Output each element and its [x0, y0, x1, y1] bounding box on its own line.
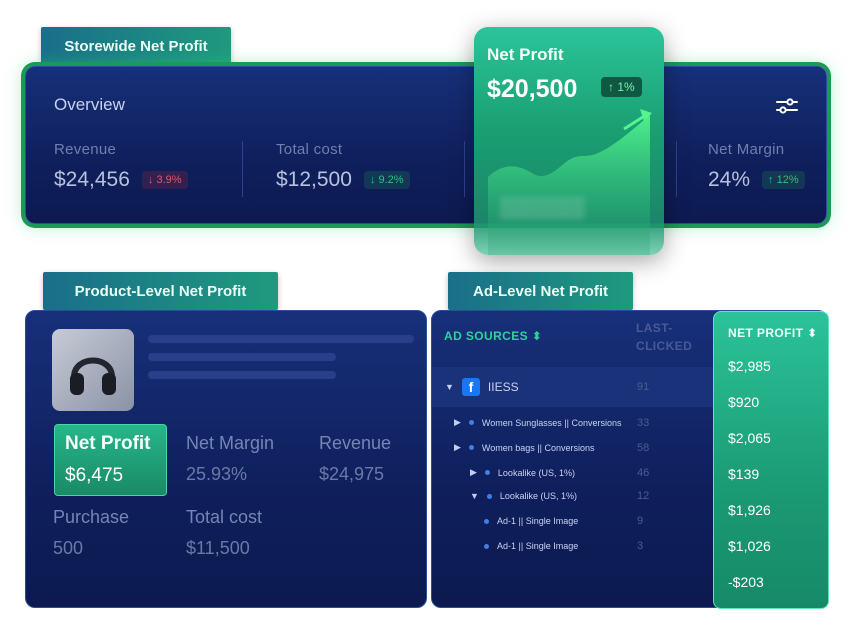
product-total-cost: Total cost $11,500: [186, 507, 262, 559]
metric-label: Total cost: [276, 141, 343, 158]
last-clicked-count: 12: [637, 490, 650, 502]
label: Net Profit: [65, 433, 151, 454]
table-row[interactable]: Ad-1 || Single Image 9: [432, 515, 717, 527]
caret-down-icon[interactable]: ▼: [445, 382, 454, 392]
caret-right-icon[interactable]: ▶: [470, 467, 477, 478]
divider: [242, 141, 243, 197]
skeleton-line: [148, 371, 336, 379]
metric-revenue: Revenue $24,456 ↓ 3.9%: [54, 141, 188, 192]
last-clicked-count: 46: [637, 466, 650, 479]
table-row[interactable]: ▶ Women Sunglasses || Conversions 33: [432, 416, 717, 429]
col-ad-sources[interactable]: AD SOURCES ⬍: [444, 329, 542, 343]
col-last-clicked-line1: LAST-: [636, 321, 673, 335]
caret-down-icon[interactable]: ▼: [470, 491, 479, 501]
last-clicked-count: 3: [637, 540, 644, 552]
caret-right-icon[interactable]: ▶: [454, 417, 461, 428]
product-card: Net Profit $6,475 Net Margin 25.93% Reve…: [25, 310, 427, 608]
last-clicked-count: 9: [637, 515, 644, 527]
skeleton-line: [148, 353, 336, 361]
value: $24,975: [319, 464, 385, 484]
product-image: [52, 329, 134, 411]
ad-source-name: Lookalike (US, 1%): [497, 467, 575, 478]
facebook-icon: f: [461, 378, 480, 396]
product-net-profit: Net Profit $6,475: [54, 424, 167, 496]
overview-card: Overview Revenue $24,456 ↓ 3.9% Total co…: [25, 66, 827, 224]
overview-title: Overview: [54, 95, 125, 114]
net-profit-cell: $920: [728, 394, 760, 410]
value: 500: [53, 538, 84, 558]
ad-source-name: Women Sunglasses || Conversions: [481, 417, 622, 428]
status-dot: [484, 518, 489, 524]
metric-value: $24,456: [54, 168, 130, 191]
value: $11,500: [186, 538, 250, 558]
net-profit-value: $20,500: [487, 75, 578, 103]
blurred-placeholder: ▒▒▒▒▒▒: [500, 197, 586, 219]
last-clicked-count: 91: [637, 381, 650, 393]
metric-net-margin: Net Margin 24% ↑ 12%: [708, 141, 805, 192]
value: $6,475: [65, 465, 124, 486]
net-profit-cell: $139: [728, 466, 760, 482]
net-profit-cell: $2,985: [728, 358, 771, 374]
status-dot: [468, 420, 474, 425]
metric-value: $12,500: [276, 168, 352, 191]
status-dot: [484, 543, 489, 549]
net-profit-cell: $1,026: [728, 538, 771, 554]
divider: [464, 141, 465, 197]
table-row[interactable]: ▶ Lookalike (US, 1%) 46: [432, 466, 717, 479]
table-row[interactable]: Ad-1 || Single Image 3: [432, 540, 717, 552]
table-row[interactable]: ▼ f IIESS 91: [432, 367, 717, 407]
ad-source-name: IIESS: [487, 380, 519, 394]
ad-tag: Ad-Level Net Profit: [448, 272, 633, 310]
label: Total cost: [186, 507, 263, 527]
net-profit-cell: $2,065: [728, 430, 771, 446]
product-revenue: Revenue $24,975: [319, 433, 391, 485]
status-dot: [484, 470, 490, 475]
trend-area-chart: [488, 109, 652, 255]
label: Net Margin: [186, 433, 275, 453]
last-clicked-count: 58: [637, 441, 650, 454]
change-badge: ↑ 12%: [762, 171, 805, 189]
storewide-tag: Storewide Net Profit: [41, 27, 231, 65]
last-clicked-count: 33: [637, 416, 650, 429]
divider: [676, 141, 677, 197]
product-tag: Product-Level Net Profit: [43, 272, 278, 310]
caret-right-icon[interactable]: ▶: [454, 442, 461, 453]
net-profit-card: Net Profit $20,500 ↑ 1% ▒▒▒▒▒▒: [474, 27, 664, 255]
label: Revenue: [319, 433, 392, 453]
ad-source-name: Women bags || Conversions: [481, 442, 595, 453]
net-profit-cell: -$203: [728, 574, 764, 590]
metric-value: 24%: [708, 168, 751, 191]
change-badge: ↑ 1%: [601, 77, 642, 97]
net-profit-column: NET PROFIT ⬍ $2,985 $920 $2,065 $139 $1,…: [713, 311, 829, 609]
table-row[interactable]: ▶ Women bags || Conversions 58: [432, 441, 717, 454]
ad-source-name: Ad-1 || Single Image: [497, 541, 579, 551]
net-profit-label: Net Profit: [487, 45, 564, 64]
value: 25.93%: [186, 464, 248, 484]
change-badge: ↓ 9.2%: [363, 171, 410, 189]
product-net-margin: Net Margin 25.93%: [186, 433, 274, 485]
status-dot: [468, 445, 474, 450]
net-profit-cell: $1,926: [728, 502, 771, 518]
col-last-clicked-line2: CLICKED: [636, 339, 693, 353]
status-dot: [486, 493, 492, 499]
metric-total-cost: Total cost $12,500 ↓ 9.2%: [276, 141, 410, 192]
headphones-icon: [70, 357, 116, 395]
col-net-profit[interactable]: NET PROFIT ⬍: [728, 326, 818, 340]
sliders-icon[interactable]: [776, 97, 798, 115]
ad-source-name: Ad-1 || Single Image: [497, 516, 579, 526]
skeleton-line: [148, 335, 414, 343]
product-purchase: Purchase 500: [53, 507, 129, 559]
change-badge: ↓ 3.9%: [141, 171, 188, 189]
table-row[interactable]: ▼ Lookalike (US, 1%) 12: [432, 490, 717, 502]
ad-source-name: Lookalike (US, 1%): [499, 491, 577, 501]
label: Purchase: [53, 507, 130, 527]
col-last-clicked[interactable]: LAST- CLICKED: [636, 321, 692, 353]
metric-label: Net Margin: [708, 141, 785, 158]
metric-label: Revenue: [54, 141, 117, 158]
